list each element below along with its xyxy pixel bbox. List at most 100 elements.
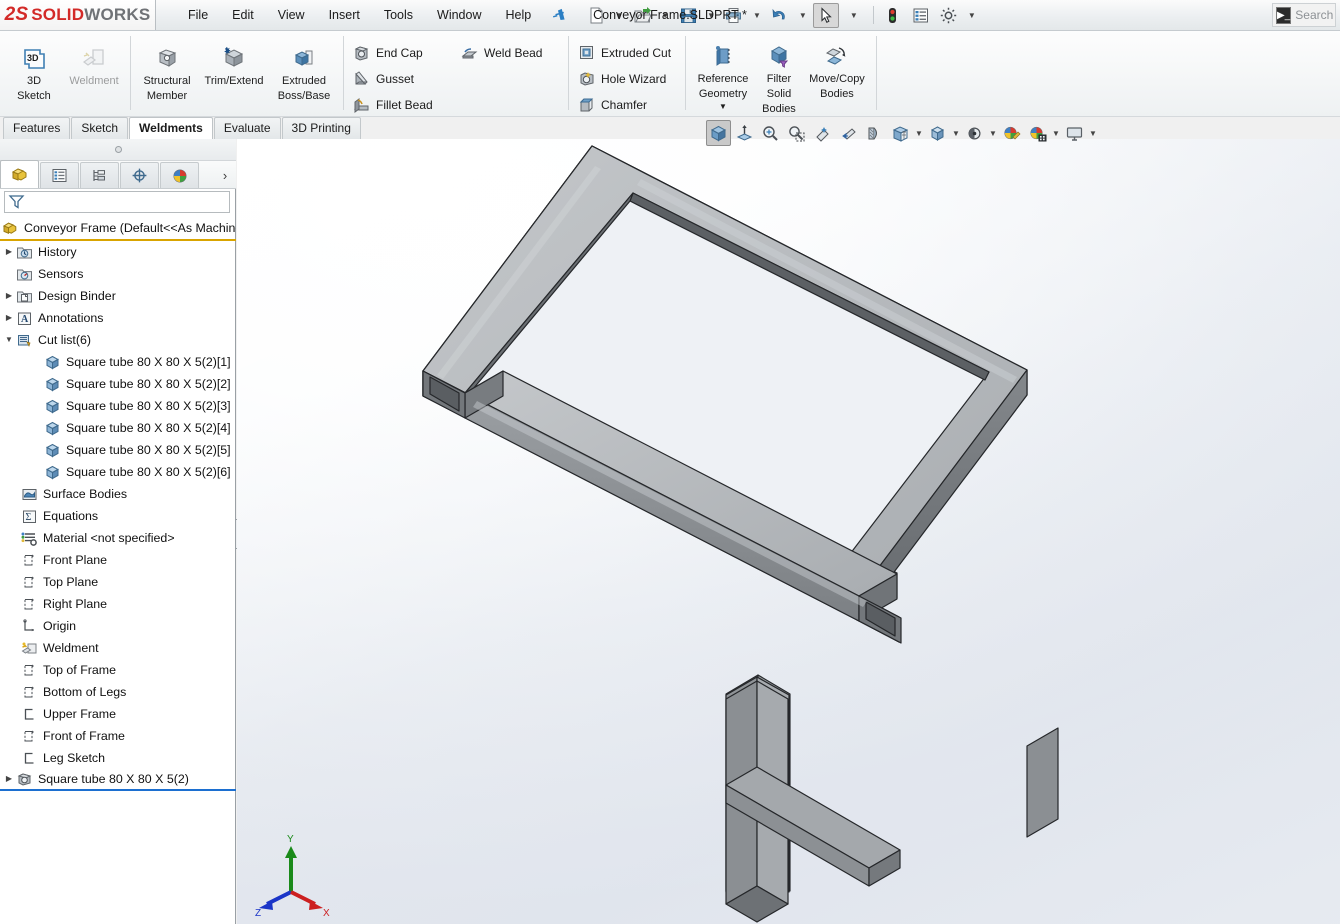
tree-item-design-binder[interactable]: ▶ Design Binder <box>0 285 236 307</box>
tree-item-body-3[interactable]: Square tube 80 X 80 X 5(2)[3] <box>0 395 236 417</box>
weld-bead-button[interactable]: Weld Bead <box>456 40 564 65</box>
tree-item-equations[interactable]: Σ Equations <box>0 505 236 527</box>
menu-file[interactable]: File <box>176 3 220 27</box>
hide-show-caret-icon[interactable]: ▼ <box>988 129 998 138</box>
menu-insert[interactable]: Insert <box>317 3 372 27</box>
select-tool-caret-button[interactable]: ▼ <box>841 3 867 28</box>
menu-tools[interactable]: Tools <box>372 3 425 27</box>
view-settings-caret-icon[interactable]: ▼ <box>914 129 924 138</box>
zoom-to-fit-button[interactable] <box>706 120 731 146</box>
tree-item-body-6[interactable]: Square tube 80 X 80 X 5(2)[6] <box>0 461 236 483</box>
hide-show-items-button[interactable] <box>962 120 987 146</box>
new-document-caret-icon[interactable]: ▼ <box>611 3 627 28</box>
tree-item-annotations[interactable]: ▶ A Annotations <box>0 307 236 329</box>
view-orientation-button[interactable] <box>836 120 861 146</box>
print-caret-icon[interactable]: ▼ <box>749 3 765 28</box>
filter-solid-bodies-button[interactable]: Filter Solid Bodies <box>756 39 802 116</box>
tree-item-structural-member-feature[interactable]: ▶ Square tube 80 X 80 X 5(2) <box>0 769 236 791</box>
reference-geometry-dropdown-caret-icon[interactable]: ▼ <box>719 101 727 113</box>
reference-geometry-button[interactable]: Reference Geometry ▼ <box>690 39 756 114</box>
tree-item-right-plane[interactable]: Right Plane <box>0 593 236 615</box>
tab-feature-manager-tree[interactable] <box>0 160 39 188</box>
gusset-button[interactable]: Gusset <box>348 66 456 91</box>
tab-sketch[interactable]: Sketch <box>71 117 129 139</box>
tree-item-bottom-of-legs[interactable]: Bottom of Legs <box>0 681 236 703</box>
cut-list-twisty-icon[interactable]: ▼ <box>2 329 16 351</box>
apply-scene-button[interactable] <box>1025 120 1050 146</box>
select-tool-button[interactable] <box>812 2 839 28</box>
feature-tree-filter[interactable] <box>4 191 230 213</box>
tab-features[interactable]: Features <box>3 117 71 139</box>
section-view-button[interactable] <box>732 120 757 146</box>
tree-item-surface-bodies[interactable]: Surface Bodies <box>0 483 236 505</box>
structural-member-button[interactable]: Structural Member <box>135 41 199 103</box>
tree-item-body-1[interactable]: Square tube 80 X 80 X 5(2)[1] <box>0 351 236 373</box>
tab-display-manager[interactable] <box>160 162 199 188</box>
undo-caret-icon[interactable]: ▼ <box>795 3 811 28</box>
save-document-caret-icon[interactable]: ▼ <box>703 3 719 28</box>
tree-item-top-of-frame[interactable]: Top of Frame <box>0 659 236 681</box>
display-style-caret-icon[interactable]: ▼ <box>951 129 961 138</box>
tree-item-body-2[interactable]: Square tube 80 X 80 X 5(2)[2] <box>0 373 236 395</box>
end-cap-button[interactable]: End Cap <box>348 40 456 65</box>
hole-wizard-button[interactable]: Hole Wizard <box>573 66 681 91</box>
move-copy-bodies-button[interactable]: Move/Copy Bodies <box>802 39 872 101</box>
edit-appearance-button[interactable] <box>999 120 1024 146</box>
tree-item-body-5[interactable]: Square tube 80 X 80 X 5(2)[5] <box>0 439 236 461</box>
settings-caret-icon[interactable]: ▼ <box>964 3 980 28</box>
tree-item-front-plane[interactable]: Front Plane <box>0 549 236 571</box>
search-box[interactable]: ▶_ Search <box>1272 3 1336 27</box>
design-binder-twisty-icon[interactable]: ▶ <box>2 285 16 307</box>
menu-window[interactable]: Window <box>425 3 493 27</box>
tree-item-material[interactable]: Material <not specified> <box>0 527 236 549</box>
zoom-window-button[interactable] <box>784 120 809 146</box>
rebuild-button[interactable] <box>880 3 906 28</box>
tree-item-leg-sketch[interactable]: Leg Sketch <box>0 747 236 769</box>
panel-collapse-dot-icon[interactable] <box>114 146 122 153</box>
view-display-caret-icon[interactable]: ▼ <box>1088 129 1098 138</box>
menu-help[interactable]: Help <box>494 3 544 27</box>
chamfer-button[interactable]: Chamfer <box>573 92 681 117</box>
new-document-button[interactable] <box>583 3 609 28</box>
panel-collapse-band[interactable] <box>0 139 236 161</box>
tree-item-cut-list[interactable]: ▼ Cut list(6) <box>0 329 236 351</box>
tree-item-weldment-feature[interactable]: Weldment <box>0 637 236 659</box>
display-style-button[interactable] <box>925 120 950 146</box>
apply-scene-caret-icon[interactable]: ▼ <box>1051 129 1061 138</box>
open-document-caret-icon[interactable]: ▼ <box>657 3 673 28</box>
tree-item-history[interactable]: ▶ History <box>0 241 236 263</box>
tree-item-body-4[interactable]: Square tube 80 X 80 X 5(2)[4] <box>0 417 236 439</box>
tab-dimxpert-manager[interactable] <box>120 162 159 188</box>
open-document-button[interactable] <box>629 3 655 28</box>
panel-tabs-more-button[interactable]: › <box>214 162 236 188</box>
tab-3d-printing[interactable]: 3D Printing <box>281 117 361 139</box>
tree-item-front-of-frame[interactable]: Front of Frame <box>0 725 236 747</box>
zoom-to-area-button[interactable] <box>758 120 783 146</box>
tree-item-sensors[interactable]: Sensors <box>0 263 236 285</box>
3d-sketch-button[interactable]: 3D 3D Sketch <box>6 41 62 103</box>
tab-evaluate[interactable]: Evaluate <box>213 117 281 139</box>
save-document-button[interactable] <box>675 3 701 28</box>
history-twisty-icon[interactable]: ▶ <box>2 241 16 263</box>
view-settings-display-button[interactable] <box>1062 120 1087 146</box>
extruded-boss-base-button[interactable]: Extruded Boss/Base <box>269 41 339 103</box>
tab-weldments[interactable]: Weldments <box>129 117 213 139</box>
annotations-twisty-icon[interactable]: ▶ <box>2 307 16 329</box>
trim-extend-button[interactable]: Trim/Extend <box>199 41 269 88</box>
gear-icon[interactable] <box>936 3 962 28</box>
tab-property-manager[interactable] <box>40 162 79 188</box>
structural-member-twisty-icon[interactable]: ▶ <box>2 768 16 790</box>
tab-configuration-manager[interactable] <box>80 162 119 188</box>
extruded-cut-button[interactable]: Extruded Cut <box>573 40 681 65</box>
menu-view[interactable]: View <box>266 3 317 27</box>
undo-button[interactable] <box>767 3 793 28</box>
section-cut-button[interactable] <box>862 120 887 146</box>
feature-tree-filter-input[interactable] <box>26 195 221 209</box>
tree-item-origin[interactable]: Origin <box>0 615 236 637</box>
previous-view-button[interactable] <box>810 120 835 146</box>
tree-item-upper-frame[interactable]: Upper Frame <box>0 703 236 725</box>
menu-edit[interactable]: Edit <box>220 3 266 27</box>
graphics-viewport[interactable]: Y Z X <box>237 139 1340 924</box>
feature-tree-root[interactable]: Conveyor Frame (Default<<As Machined <box>0 217 236 241</box>
tree-item-top-plane[interactable]: Top Plane <box>0 571 236 593</box>
